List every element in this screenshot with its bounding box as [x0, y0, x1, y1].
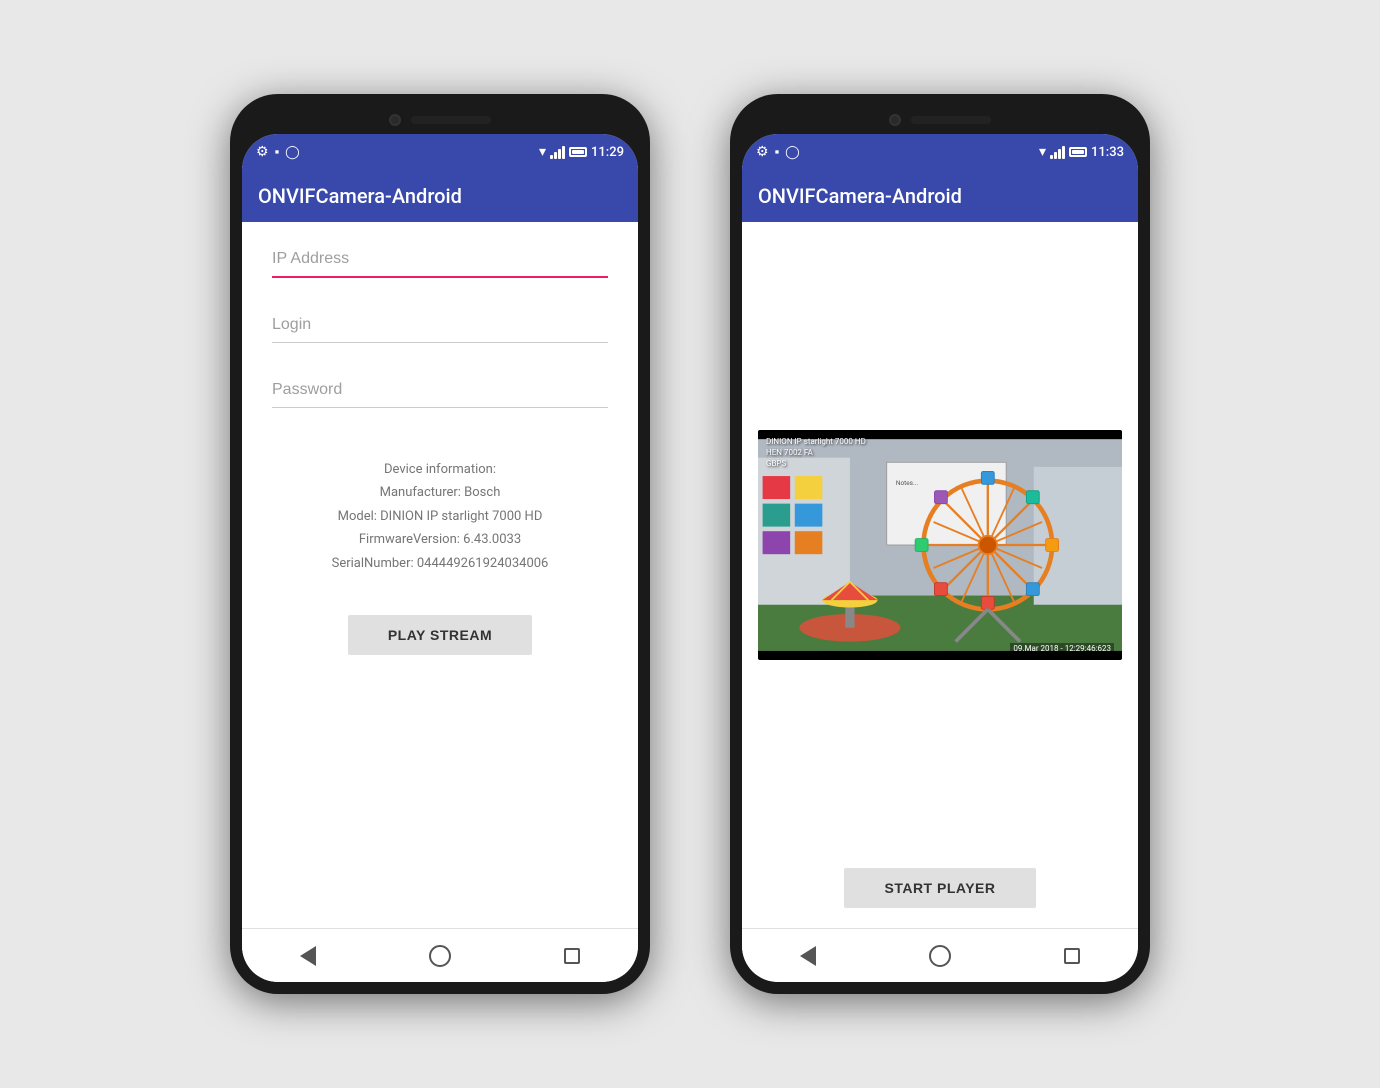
device-firmware: FirmwareVersion: 6.43.0033 [272, 528, 608, 551]
home-button2[interactable] [928, 944, 952, 968]
phone1-device: ⚙ ▪ ◯ ▾ [230, 94, 650, 994]
back-button2[interactable] [796, 944, 820, 968]
device-manufacturer: Manufacturer: Bosch [272, 481, 608, 504]
home-icon2 [929, 945, 951, 967]
play-stream-button[interactable]: PLAY STREAM [348, 615, 532, 655]
device-info-label: Device information: [272, 458, 608, 481]
signal-icon2 [1050, 145, 1065, 159]
phone1-status-right: ▾ 11:29 [539, 144, 624, 160]
back-button[interactable] [296, 944, 320, 968]
circle-icon: ◯ [285, 145, 300, 160]
home-button[interactable] [428, 944, 452, 968]
phone1-nav-bar [242, 928, 638, 982]
gear-icon: ⚙ [256, 144, 269, 160]
phone1-status-left: ⚙ ▪ ◯ [256, 144, 300, 160]
phone2: ⚙ ▪ ◯ ▾ [730, 94, 1150, 994]
login-input[interactable] [272, 308, 608, 343]
phone2-status-bar: ⚙ ▪ ◯ ▾ [742, 134, 1138, 170]
phone2-time: 11:33 [1091, 145, 1124, 160]
phone2-app-bar: ONVIFCamera-Android [742, 170, 1138, 222]
start-player-button[interactable]: START PLAYER [844, 868, 1035, 908]
phone1-status-bar: ⚙ ▪ ◯ ▾ [242, 134, 638, 170]
video-overlay: DINION IP starlight 7000 HDHEN 7002 FAGB… [766, 436, 866, 470]
video-timestamp: 09.Mar 2018 - 12:29:46:623 [1010, 643, 1114, 654]
recent-icon [564, 948, 580, 964]
phone2-speaker [911, 116, 991, 124]
battery-icon [569, 147, 587, 157]
battery-icon2 [1069, 147, 1087, 157]
ip-address-input[interactable] [272, 242, 608, 278]
ip-address-group [272, 242, 608, 278]
phone1-speaker [411, 116, 491, 124]
recent-button[interactable] [560, 944, 584, 968]
password-input[interactable] [272, 373, 608, 408]
phone2-top-bar [742, 106, 1138, 134]
recent-icon2 [1064, 948, 1080, 964]
login-group [272, 308, 608, 343]
circle-icon2: ◯ [785, 145, 800, 160]
device-info: Device information: Manufacturer: Bosch … [272, 458, 608, 575]
phone2-content: Notes... [742, 222, 1138, 928]
phone1-app-title: ONVIFCamera-Android [258, 184, 462, 208]
back-icon [300, 946, 316, 966]
sim-icon2: ▪ [775, 144, 780, 160]
phone2-status-right: ▾ 11:33 [1039, 144, 1124, 160]
back-icon2 [800, 946, 816, 966]
phone1-app-bar: ONVIFCamera-Android [242, 170, 638, 222]
phone1: ⚙ ▪ ◯ ▾ [230, 94, 650, 994]
sim-icon: ▪ [275, 144, 280, 160]
phone1-time: 11:29 [591, 145, 624, 160]
recent-button2[interactable] [1060, 944, 1084, 968]
phone2-status-left: ⚙ ▪ ◯ [756, 144, 800, 160]
phone2-camera [889, 114, 901, 126]
signal-icon [550, 145, 565, 159]
phone1-camera [389, 114, 401, 126]
phone2-device: ⚙ ▪ ◯ ▾ [730, 94, 1150, 994]
video-feed: Notes... [758, 430, 1122, 660]
phone2-screen: ⚙ ▪ ◯ ▾ [742, 134, 1138, 982]
password-group [272, 373, 608, 408]
phone2-nav-bar [742, 928, 1138, 982]
device-model: Model: DINION IP starlight 7000 HD [272, 505, 608, 528]
phone1-top-bar [242, 106, 638, 134]
video-container: Notes... [758, 430, 1122, 660]
phone1-screen: ⚙ ▪ ◯ ▾ [242, 134, 638, 982]
phone2-app-title: ONVIFCamera-Android [758, 184, 962, 208]
device-serial: SerialNumber: 044449261924034006 [272, 552, 608, 575]
wifi-icon: ▾ [539, 144, 546, 160]
svg-text:Notes...: Notes... [896, 479, 918, 487]
gear-icon2: ⚙ [756, 144, 769, 160]
wifi-icon2: ▾ [1039, 144, 1046, 160]
home-icon [429, 945, 451, 967]
phone1-content: Device information: Manufacturer: Bosch … [242, 222, 638, 928]
